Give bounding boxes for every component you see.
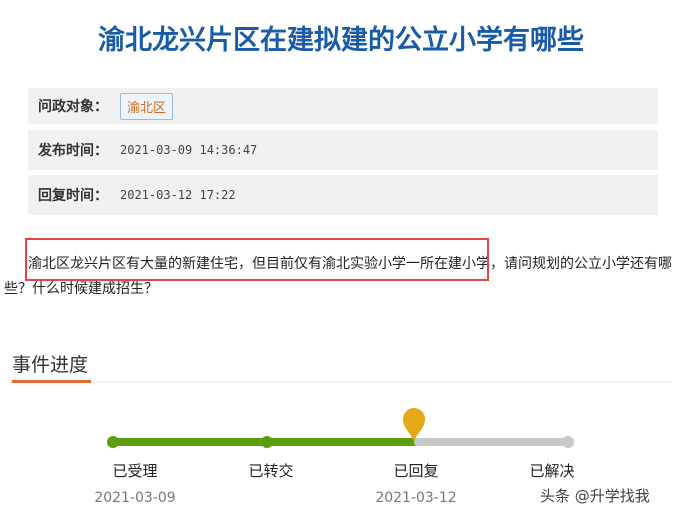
reply-time-value: 2021-03-12 17:22 (120, 188, 236, 202)
info-row-target: 问政对象： 渝北区 (28, 88, 658, 124)
progress-heading: 事件进度 (12, 354, 89, 376)
step-dot-transferred (261, 436, 273, 448)
current-step-pin-icon (403, 408, 425, 441)
step-label: 已受理 (112, 462, 158, 480)
reply-time-label: 回复时间： (38, 188, 108, 204)
section-underline (12, 380, 91, 383)
step-label: 已回复 (393, 462, 439, 480)
step-date: 2021-03-09 (94, 490, 176, 506)
info-row-reply-time: 回复时间： 2021-03-12 17:22 (28, 175, 658, 215)
step-label: 已转交 (248, 462, 294, 480)
step-dot-accepted (107, 436, 119, 448)
publish-time-value: 2021-03-09 14:36:47 (120, 143, 258, 157)
step-label: 已解决 (529, 462, 575, 480)
target-tag[interactable]: 渝北区 (120, 92, 174, 120)
watermark: 头条 @升学找我 (540, 487, 650, 505)
progress-track-pending (414, 438, 572, 446)
section-divider (12, 381, 672, 383)
info-row-publish-time: 发布时间： 2021-03-09 14:36:47 (28, 130, 658, 170)
step-dot-resolved (562, 436, 574, 448)
step-date: 2021-03-12 (375, 490, 457, 506)
publish-time-label: 发布时间： (38, 143, 108, 159)
page-title: 渝北龙兴片区在建拟建的公立小学有哪些 (98, 25, 584, 56)
target-label: 问政对象： (38, 99, 108, 115)
highlight-box (25, 238, 489, 281)
